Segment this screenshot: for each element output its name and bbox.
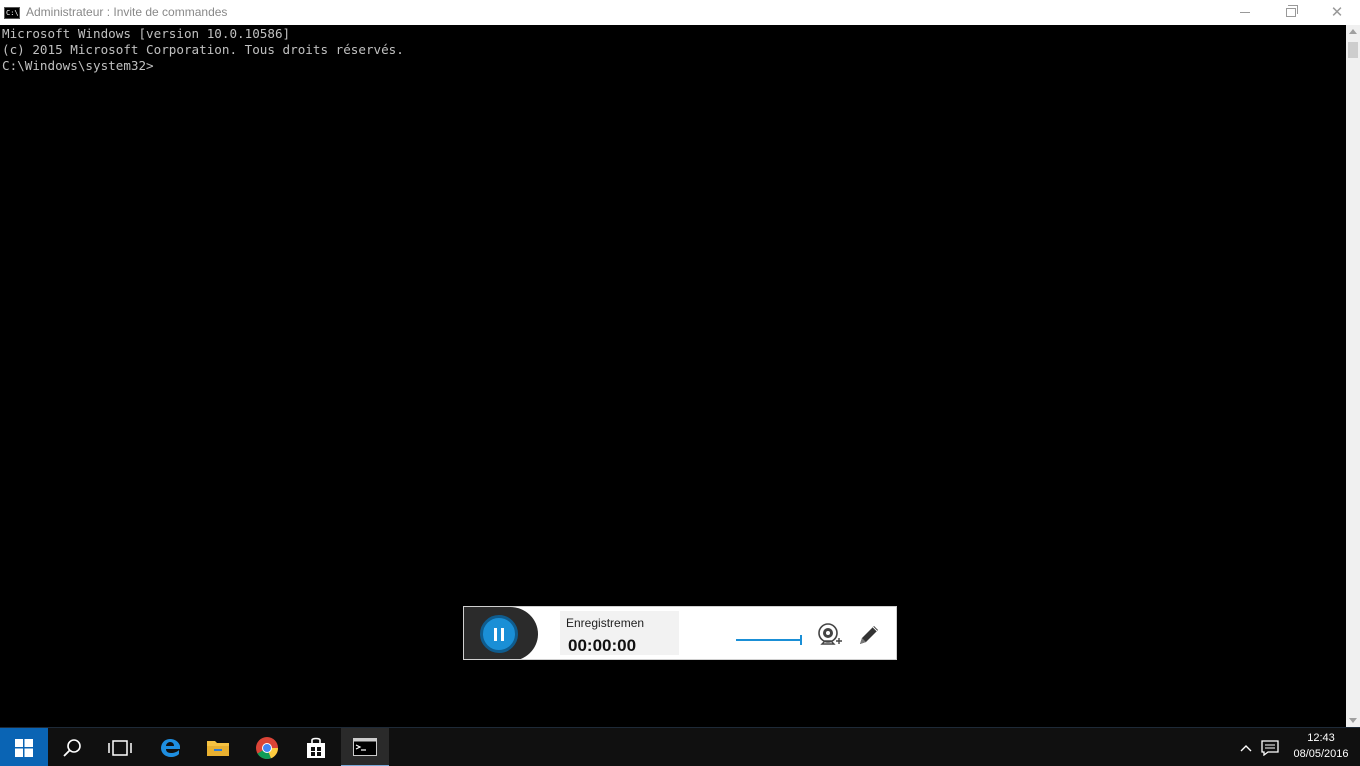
scroll-down-arrow-icon[interactable]: [1349, 718, 1357, 723]
recording-label: Enregistremen: [566, 616, 645, 630]
console-line: Microsoft Windows [version 10.0.10586]: [2, 26, 291, 41]
restore-button[interactable]: [1268, 0, 1314, 25]
recording-status: Enregistremen 00:00:00: [560, 611, 679, 655]
cmd-icon: [4, 6, 20, 19]
pause-icon-bar: [501, 627, 504, 641]
volume-slider[interactable]: [736, 635, 802, 645]
pause-button[interactable]: [480, 615, 518, 653]
minimize-icon: [1240, 12, 1250, 13]
close-icon: ✕: [1330, 4, 1344, 21]
show-hidden-icons-button[interactable]: [1236, 728, 1256, 766]
scroll-up-arrow-icon[interactable]: [1349, 29, 1357, 34]
file-explorer-button[interactable]: [194, 728, 242, 766]
folder-icon: [207, 740, 229, 756]
chrome-icon: [256, 736, 279, 759]
restore-icon: [1286, 5, 1298, 17]
clock-date: 08/05/2016: [1293, 748, 1349, 760]
webcam-add-icon[interactable]: [816, 622, 842, 648]
window-titlebar[interactable]: Administrateur : Invite de commandes ✕: [0, 0, 1360, 25]
scroll-thumb[interactable]: [1348, 42, 1358, 58]
chevron-up-icon: [1240, 744, 1252, 751]
edge-icon: [161, 738, 180, 757]
clock-time: 12:43: [1307, 732, 1335, 744]
pause-icon: [494, 627, 497, 641]
task-view-icon: [108, 739, 132, 756]
window-title: Administrateur : Invite de commandes: [26, 5, 228, 19]
search-button[interactable]: [48, 728, 96, 766]
cmd-icon: [353, 737, 377, 756]
close-button[interactable]: ✕: [1314, 0, 1360, 25]
console-line: (c) 2015 Microsoft Corporation. Tous dro…: [2, 42, 404, 57]
console-scrollbar[interactable]: [1346, 25, 1360, 727]
recorder-control-area: [464, 607, 538, 659]
windows-logo-icon: [15, 738, 33, 757]
edge-browser-button[interactable]: [146, 728, 194, 766]
console-prompt: C:\Windows\system32>: [2, 58, 154, 73]
start-button[interactable]: [0, 728, 48, 766]
minimize-button[interactable]: [1222, 0, 1268, 25]
taskbar: 12:43 08/05/2016: [0, 727, 1360, 766]
window-controls: ✕: [1222, 0, 1360, 25]
chrome-browser-button[interactable]: [243, 728, 291, 766]
search-icon: [63, 738, 81, 757]
command-prompt-taskbar-button[interactable]: [341, 728, 389, 766]
pencil-icon[interactable]: [856, 622, 882, 648]
notification-icon: [1261, 739, 1279, 756]
store-bag-icon: [307, 737, 325, 758]
system-clock[interactable]: 12:43 08/05/2016: [1286, 730, 1356, 766]
task-view-button[interactable]: [96, 728, 144, 766]
recording-timer: 00:00:00: [568, 636, 637, 655]
screen-recorder-toolbar: Enregistremen 00:00:00: [463, 606, 897, 660]
action-center-button[interactable]: [1258, 728, 1282, 766]
store-button[interactable]: [292, 728, 340, 766]
